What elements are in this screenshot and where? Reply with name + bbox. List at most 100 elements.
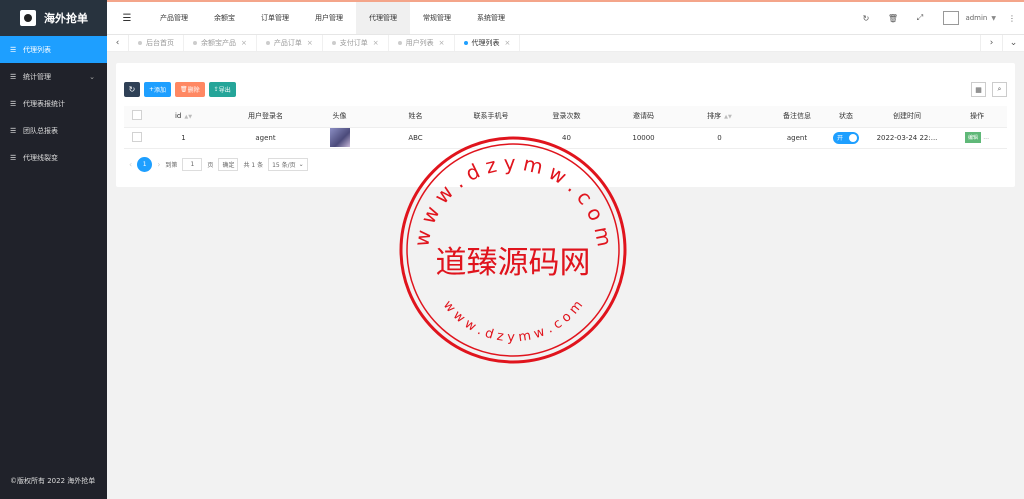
checkbox[interactable] [132,110,142,121]
export-button[interactable]: ⇪ 导出 [208,82,236,97]
tab-payment-orders[interactable]: 支付订单 × [323,35,389,51]
sidebar: 海外抢单 代理列表 统计管理 ⌄ 代理表报统计 团队总报表 代理线裂变 ©版权所… [0,0,107,499]
sidebar-item-agent-report[interactable]: 代理表报统计 [0,90,107,117]
tab-label: 支付订单 [339,39,368,47]
cell-id: 1 [150,127,217,149]
logo-icon [20,10,36,26]
chevron-down-icon: ⌄ [89,72,95,81]
tab-dot [193,41,197,45]
menu-toggle-icon[interactable]: ☰ [107,13,147,24]
tabs-next-icon[interactable]: › [980,35,1002,51]
delete-button[interactable]: 🗑 删除 [175,82,205,97]
user-name[interactable]: admin [965,14,987,22]
seal-bottom-path: w w w . d z y m w . c o m [440,298,586,345]
prev-page-icon[interactable]: ‹ [129,160,132,169]
tab-dot [265,41,270,45]
trash-icon: 🗑 [180,86,188,93]
page-size-select[interactable]: 15 条/页 ⌄ [268,158,308,171]
sidebar-item-team-report[interactable]: 团队总报表 [0,117,107,144]
watermark-seal: w w w . d z y m w . c o m 道臻源码网 w w w . … [399,136,627,364]
col-phone: 联系手机号 [466,106,516,128]
tab-agent-list[interactable]: 代理列表 × [455,35,521,51]
close-icon[interactable]: × [373,39,379,47]
sidebar-item-label: 代理线裂变 [23,153,58,162]
cell-login: agent [217,127,314,149]
next-page-icon[interactable]: › [157,160,160,169]
checkbox[interactable] [132,131,142,142]
tab-label: 用户列表 [405,39,434,47]
cell-status: 开 [825,127,867,149]
nav-item-general[interactable]: 常规管理 [410,2,464,34]
tab-yuebao-products[interactable]: 余额宝产品 × [184,35,257,51]
seal-center-text: 道臻源码网 [436,245,591,281]
page-size-value: 15 条/页 [272,162,296,169]
more-icon[interactable]: ⋮ [1008,14,1016,23]
nav-item-users[interactable]: 用户管理 [302,2,356,34]
close-icon[interactable]: × [505,39,511,47]
tab-product-orders[interactable]: 产品订单 × [257,35,323,51]
row-select-cell[interactable] [124,127,150,149]
tab-dot [138,41,142,45]
sort-icon[interactable]: ▲▼ [724,114,732,120]
cell-remark: agent [769,127,825,149]
edit-button[interactable]: 编辑 [965,132,982,143]
tab-home[interactable]: 后台首页 [129,35,184,51]
tabs-menu-icon[interactable]: ⌄ [1002,35,1024,51]
columns-icon[interactable]: ▦ [971,82,986,97]
add-button[interactable]: + 添加 [144,82,172,97]
nav-item-products[interactable]: 产品管理 [147,2,201,34]
nav-item-orders[interactable]: 订单管理 [248,2,302,34]
table-tools: ▦ ⌕ [971,82,1007,97]
current-page[interactable]: 1 [137,157,153,172]
tab-user-list[interactable]: 用户列表 × [389,35,455,51]
more-actions[interactable]: ... [983,134,989,141]
tabs-prev-icon[interactable]: ‹ [107,35,129,51]
logo-area[interactable]: 海外抢单 [0,0,107,36]
sidebar-item-agent-list[interactable]: 代理列表 [0,36,107,63]
goto-label: 到第 [165,162,178,169]
refresh-button[interactable]: ↻ [124,82,140,97]
sidebar-item-label: 代理表报统计 [23,99,65,108]
col-logins: 登录次数 [516,106,617,128]
nav-item-yuebao[interactable]: 余额宝 [201,2,248,34]
top-nav: 产品管理 余额宝 订单管理 用户管理 代理管理 常规管理 系统管理 [147,2,518,34]
top-header: ☰ 产品管理 余额宝 订单管理 用户管理 代理管理 常规管理 系统管理 ↻ 🗑 … [107,0,1024,35]
nav-item-agents[interactable]: 代理管理 [356,2,410,34]
close-icon[interactable]: × [439,39,445,47]
avatar[interactable] [943,11,960,25]
fullscreen-icon[interactable]: ⤢ [906,13,933,23]
list-icon [10,154,18,162]
caret-down-icon[interactable]: ▼ [991,15,996,22]
col-remark: 备注信息 [769,106,825,128]
refresh-icon[interactable]: ↻ [852,14,879,23]
col-status: 状态 [825,106,867,128]
tab-label: 代理列表 [471,39,500,47]
table-toolbar: ↻ + 添加 🗑 删除 ⇪ 导出 [124,82,236,97]
row-avatar-image[interactable] [329,128,350,147]
select-all-cell[interactable] [124,106,150,128]
goto-page-input[interactable]: 1 [182,158,203,171]
list-icon [10,100,18,108]
search-icon[interactable]: ⌕ [992,82,1007,97]
sidebar-item-stats[interactable]: 统计管理 ⌄ [0,63,107,90]
cell-sort: 0 [670,127,769,149]
close-icon[interactable]: × [241,39,247,47]
col-avatar: 头像 [314,106,365,128]
cell-created: 2022-03-24 22:... [867,127,947,149]
sidebar-item-agent-fission[interactable]: 代理线裂变 [0,144,107,171]
sidebar-item-label: 代理列表 [23,45,51,54]
delete-label: 删除 [187,87,200,94]
trash-icon[interactable]: 🗑 [879,14,906,23]
list-icon [10,73,18,81]
tab-label: 产品订单 [273,39,302,47]
nav-item-system[interactable]: 系统管理 [464,2,518,34]
status-toggle[interactable]: 开 [833,131,859,144]
col-id[interactable]: id ▲▼ [150,106,217,128]
goto-confirm-button[interactable]: 确定 [218,158,239,171]
col-invite: 邀请码 [617,106,670,128]
sort-icon[interactable]: ▲▼ [184,114,192,120]
tab-dot [463,41,468,45]
col-sort[interactable]: 排序 ▲▼ [670,106,769,128]
list-icon [10,46,18,54]
close-icon[interactable]: × [307,39,313,47]
